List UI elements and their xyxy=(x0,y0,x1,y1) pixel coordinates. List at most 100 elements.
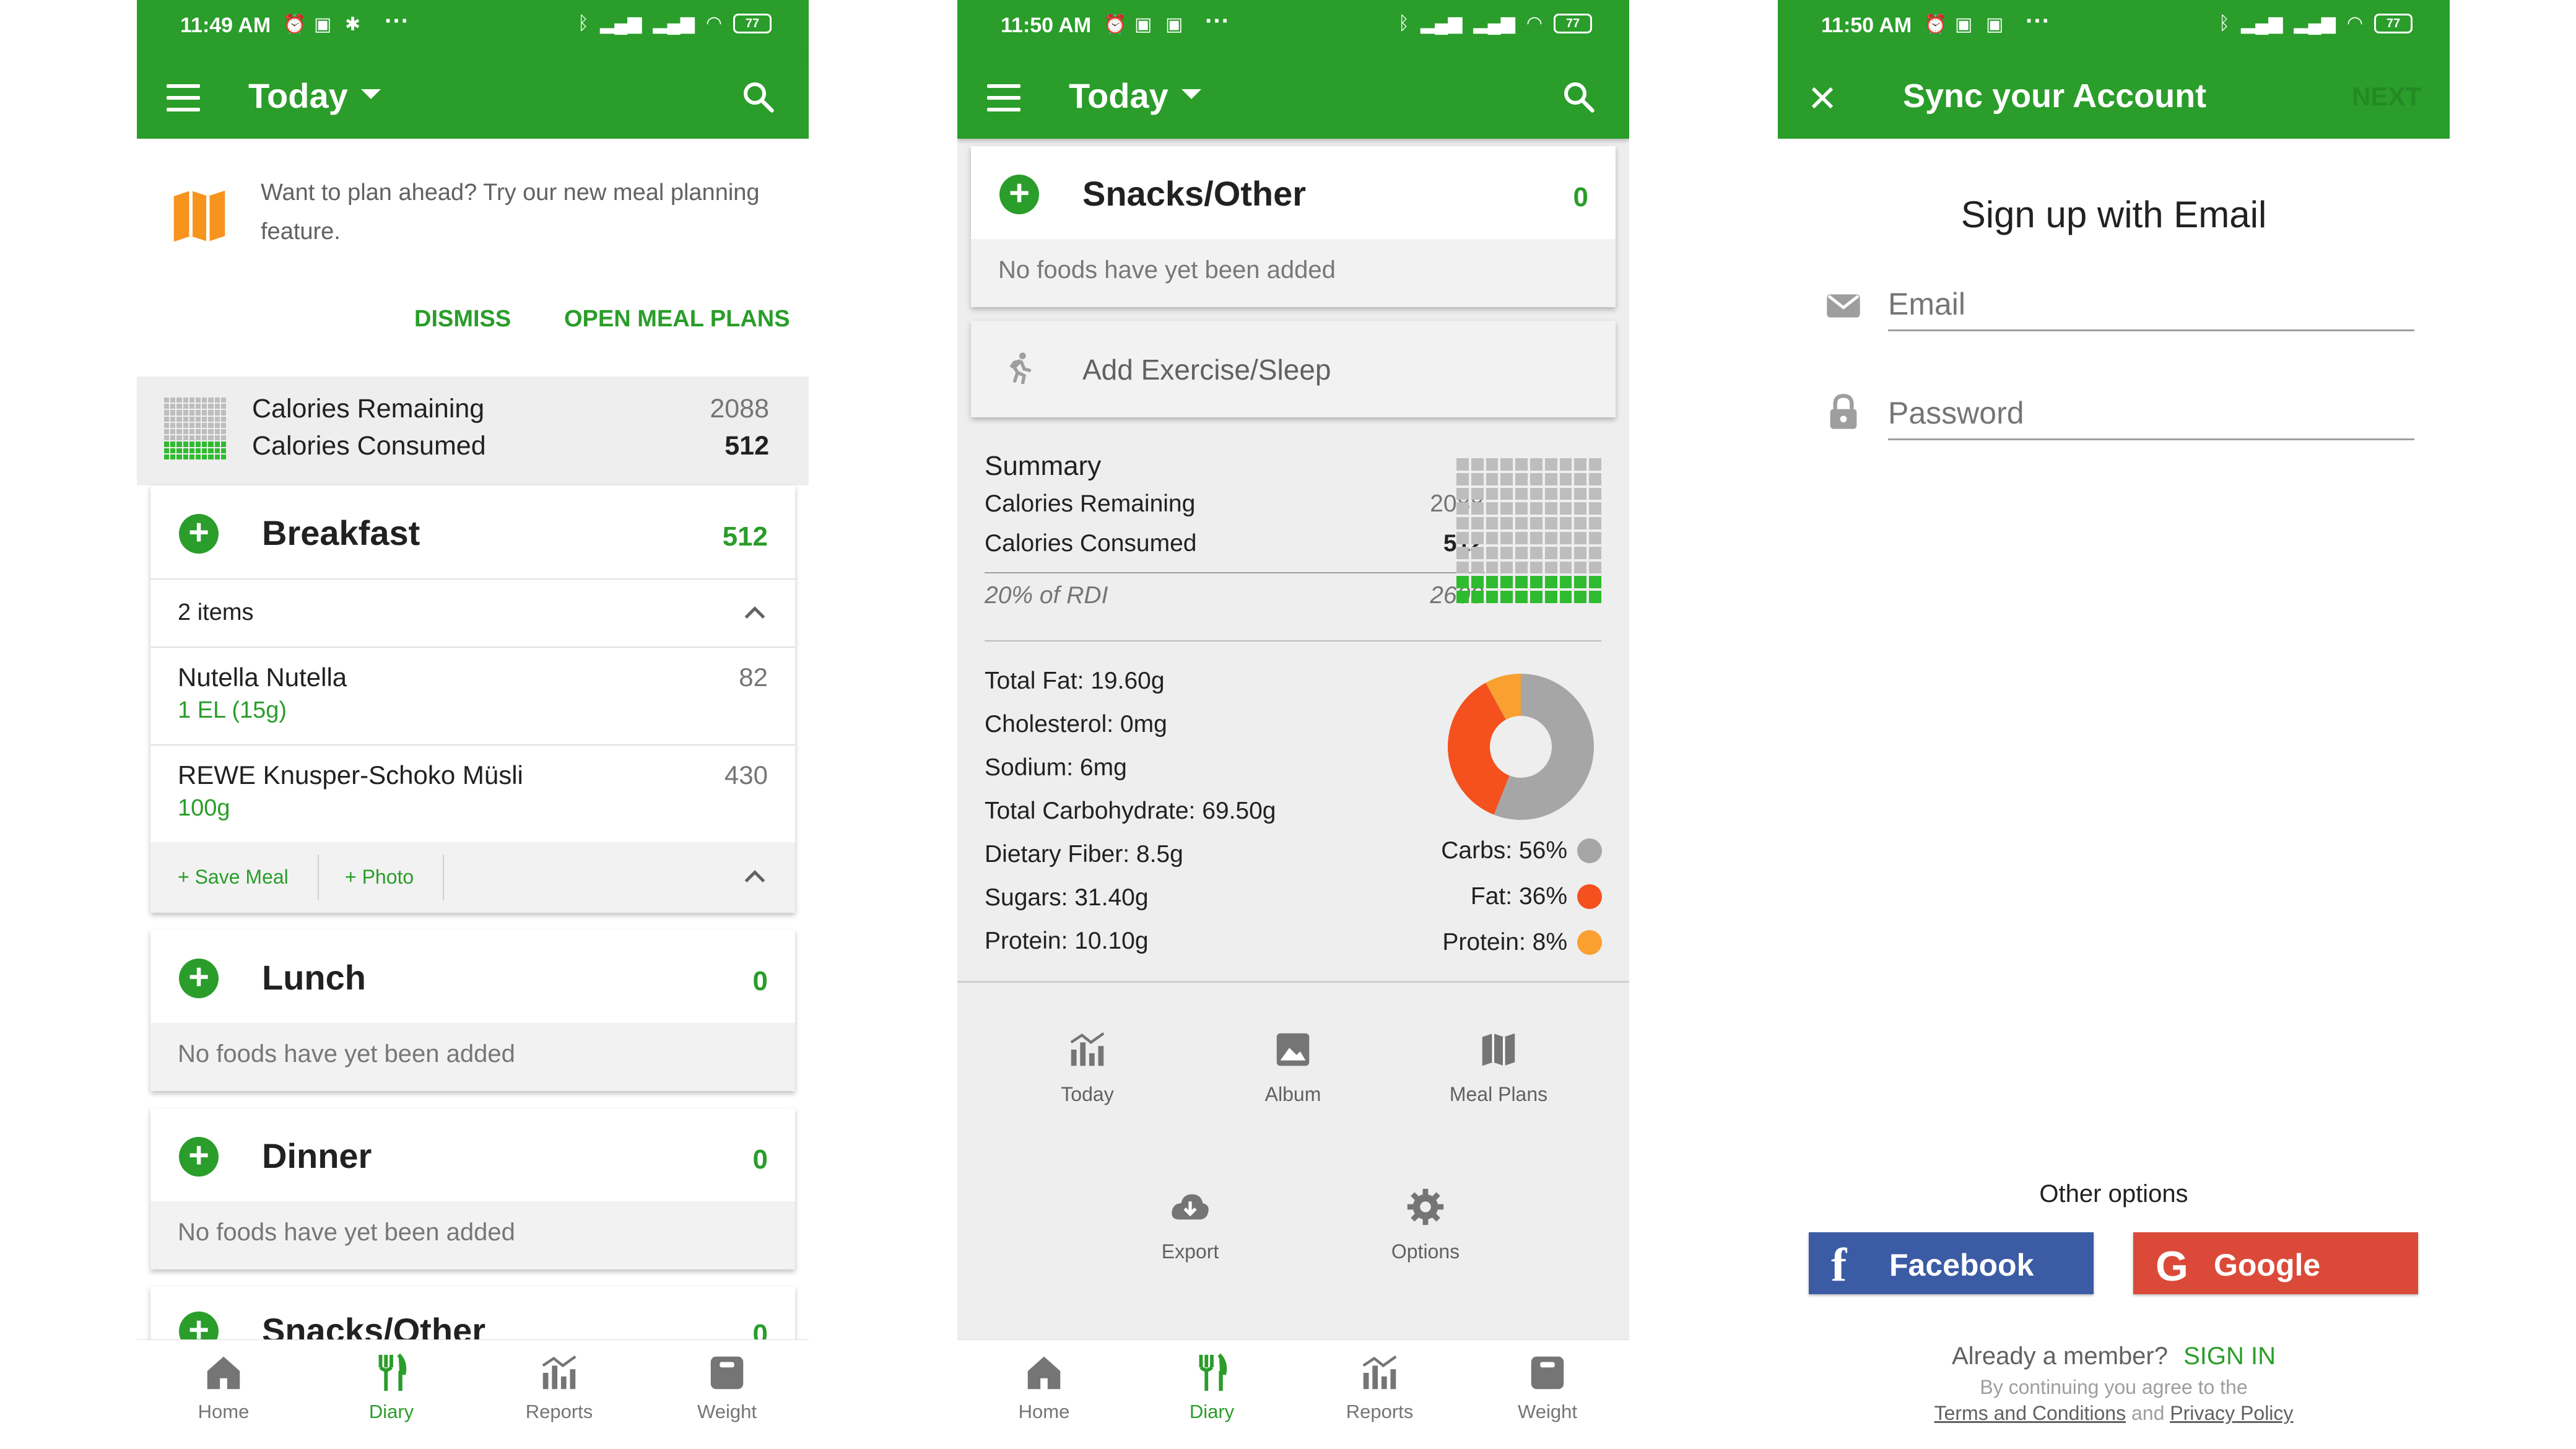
nav-label: Diary xyxy=(368,1401,414,1422)
nutrient-sugars: Sugars: 31.40g xyxy=(985,884,1149,911)
food-serving: 100g xyxy=(178,795,230,821)
bottom-nav: Home Diary Reports Weight xyxy=(957,1339,1629,1449)
nutrient-cholesterol: Cholesterol: 0mg xyxy=(985,711,1167,738)
nav-weight[interactable]: Weight xyxy=(665,1351,789,1423)
add-exercise-card[interactable]: Add Exercise/Sleep xyxy=(971,321,1616,417)
battery-icon: 77 xyxy=(733,13,772,33)
breakfast-header[interactable]: + Breakfast 512 xyxy=(150,485,795,578)
status-right: ᛒ ▂▄▆ ▂▄▆ ◠ 77 xyxy=(2219,12,2413,34)
calendar-icon: ▣ xyxy=(1165,14,1183,35)
meal-calories: 512 xyxy=(722,521,768,552)
wifi-icon: ◠ xyxy=(705,13,722,33)
nav-diary[interactable]: Diary xyxy=(1150,1351,1274,1423)
google-button[interactable]: G Google xyxy=(2133,1232,2418,1294)
today-tile[interactable]: Today xyxy=(1007,1028,1168,1106)
close-icon[interactable] xyxy=(1806,82,1838,114)
nav-reports[interactable]: Reports xyxy=(1318,1351,1442,1423)
meal-calories: 0 xyxy=(1573,182,1588,212)
search-icon[interactable] xyxy=(739,78,777,115)
menu-icon[interactable] xyxy=(167,84,200,111)
snacks-header[interactable]: + Snacks/Other 0 xyxy=(971,146,1616,239)
legal-links: Terms and Conditions and Privacy Policy xyxy=(1778,1402,2450,1425)
legend-protein: Protein: 8% xyxy=(1442,929,1602,956)
export-tile[interactable]: Export xyxy=(1110,1185,1271,1263)
legend-label: Carbs: 56% xyxy=(1441,837,1567,864)
bottom-nav: Home Diary Reports Weight xyxy=(137,1339,809,1449)
items-count-row[interactable]: 2 items xyxy=(150,578,795,648)
nav-home[interactable]: Home xyxy=(162,1351,285,1423)
food-name: Nutella Nutella xyxy=(178,663,347,692)
google-label: Google xyxy=(2214,1248,2321,1282)
calorie-grid-icon xyxy=(1456,458,1601,603)
legend-label: Protein: 8% xyxy=(1442,929,1567,955)
date-title[interactable]: Today xyxy=(248,76,348,116)
meal-plans-tile[interactable]: Meal Plans xyxy=(1418,1028,1579,1106)
items-count: 2 items xyxy=(178,599,254,625)
and-text: and xyxy=(2131,1402,2165,1424)
macro-donut-chart xyxy=(1448,674,1594,820)
chevron-up-icon[interactable] xyxy=(739,862,770,893)
scale-icon xyxy=(1531,1356,1564,1390)
lunch-card: + Lunch 0 No foods have yet been added xyxy=(150,930,795,1091)
signal-icon: ▂▄▆ xyxy=(600,13,642,33)
add-food-icon[interactable]: + xyxy=(179,1137,219,1177)
tile-label: Today xyxy=(1061,1083,1114,1105)
snacks-card: + Snacks/Other 0 No foods have yet been … xyxy=(971,146,1616,307)
add-food-icon[interactable]: + xyxy=(179,959,219,998)
photo-button[interactable]: + Photo xyxy=(345,866,414,889)
mail-icon xyxy=(1827,294,1860,318)
calorie-grid-icon xyxy=(164,398,226,459)
options-tile[interactable]: Options xyxy=(1345,1185,1506,1263)
add-food-icon[interactable]: + xyxy=(179,514,219,554)
app-bar: Sync your Account NEXT xyxy=(1778,57,2450,139)
nav-diary[interactable]: Diary xyxy=(329,1351,453,1423)
nutrient-protein: Protein: 10.10g xyxy=(985,928,1149,954)
lunch-header[interactable]: + Lunch 0 xyxy=(150,930,795,1023)
nav-weight[interactable]: Weight xyxy=(1486,1351,1609,1423)
screen-title: Sync your Account xyxy=(1903,77,2207,115)
dismiss-button[interactable]: DISMISS xyxy=(414,306,511,333)
nav-label: Reports xyxy=(1346,1401,1414,1422)
search-icon[interactable] xyxy=(1560,78,1597,115)
divider xyxy=(985,572,1485,573)
breakfast-card: + Breakfast 512 2 items Nutella Nutella … xyxy=(150,485,795,913)
dinner-header[interactable]: + Dinner 0 xyxy=(150,1108,795,1201)
form-heading: Sign up with Email xyxy=(1960,194,2267,235)
food-serving: 1 EL (15g) xyxy=(178,697,287,723)
save-meal-button[interactable]: + Save Meal xyxy=(178,866,289,889)
date-title[interactable]: Today xyxy=(1069,76,1168,116)
food-item[interactable]: REWE Knusper-Schoko Müsli 100g 430 xyxy=(150,744,795,843)
email-placeholder: Email xyxy=(1888,287,1966,321)
chevron-down-icon[interactable] xyxy=(1181,89,1201,99)
sign-in-link[interactable]: SIGN IN xyxy=(2183,1342,2276,1370)
nav-home[interactable]: Home xyxy=(982,1351,1106,1423)
facebook-button[interactable]: f Facebook xyxy=(1809,1232,2094,1294)
food-calories: 82 xyxy=(739,663,768,692)
nutrient-sodium: Sodium: 6mg xyxy=(985,754,1127,781)
nav-reports[interactable]: Reports xyxy=(497,1351,621,1423)
empty-meal-row: No foods have yet been added xyxy=(971,239,1616,307)
empty-meal-row: No foods have yet been added xyxy=(150,1023,795,1091)
status-time: 11:50 AM xyxy=(1001,14,1092,37)
chevron-down-icon[interactable] xyxy=(361,89,381,99)
password-field[interactable]: Password xyxy=(1888,388,2414,440)
menu-icon[interactable] xyxy=(987,84,1020,111)
reports-icon xyxy=(542,1355,577,1390)
meal-plan-promo: Want to plan ahead? Try our new meal pla… xyxy=(137,139,809,378)
nav-label: Home xyxy=(198,1401,250,1422)
add-food-icon[interactable]: + xyxy=(999,175,1039,214)
bluetooth-icon: ᛒ xyxy=(578,12,589,33)
chevron-up-icon[interactable] xyxy=(739,598,770,629)
reports-icon xyxy=(1362,1355,1397,1390)
calendar-icon: ▣ xyxy=(1955,14,1973,35)
food-item[interactable]: Nutella Nutella 1 EL (15g) 82 xyxy=(150,646,795,746)
next-button[interactable]: NEXT xyxy=(2352,82,2421,111)
email-field[interactable]: Email xyxy=(1888,279,2414,331)
privacy-link[interactable]: Privacy Policy xyxy=(2170,1402,2293,1424)
more-notifications-icon: ··· xyxy=(385,7,409,35)
album-tile[interactable]: Album xyxy=(1212,1028,1373,1106)
open-meal-plans-button[interactable]: OPEN MEAL PLANS xyxy=(564,306,790,333)
diary-screen-1: 11:49 AM ⏰ ▣ ✱ ··· ᛒ ▂▄▆ ▂▄▆ ◠ 77 Today … xyxy=(137,0,809,1449)
calorie-summary[interactable]: Calories Remaining 2088 Calories Consume… xyxy=(137,376,809,485)
terms-link[interactable]: Terms and Conditions xyxy=(1934,1402,2126,1424)
